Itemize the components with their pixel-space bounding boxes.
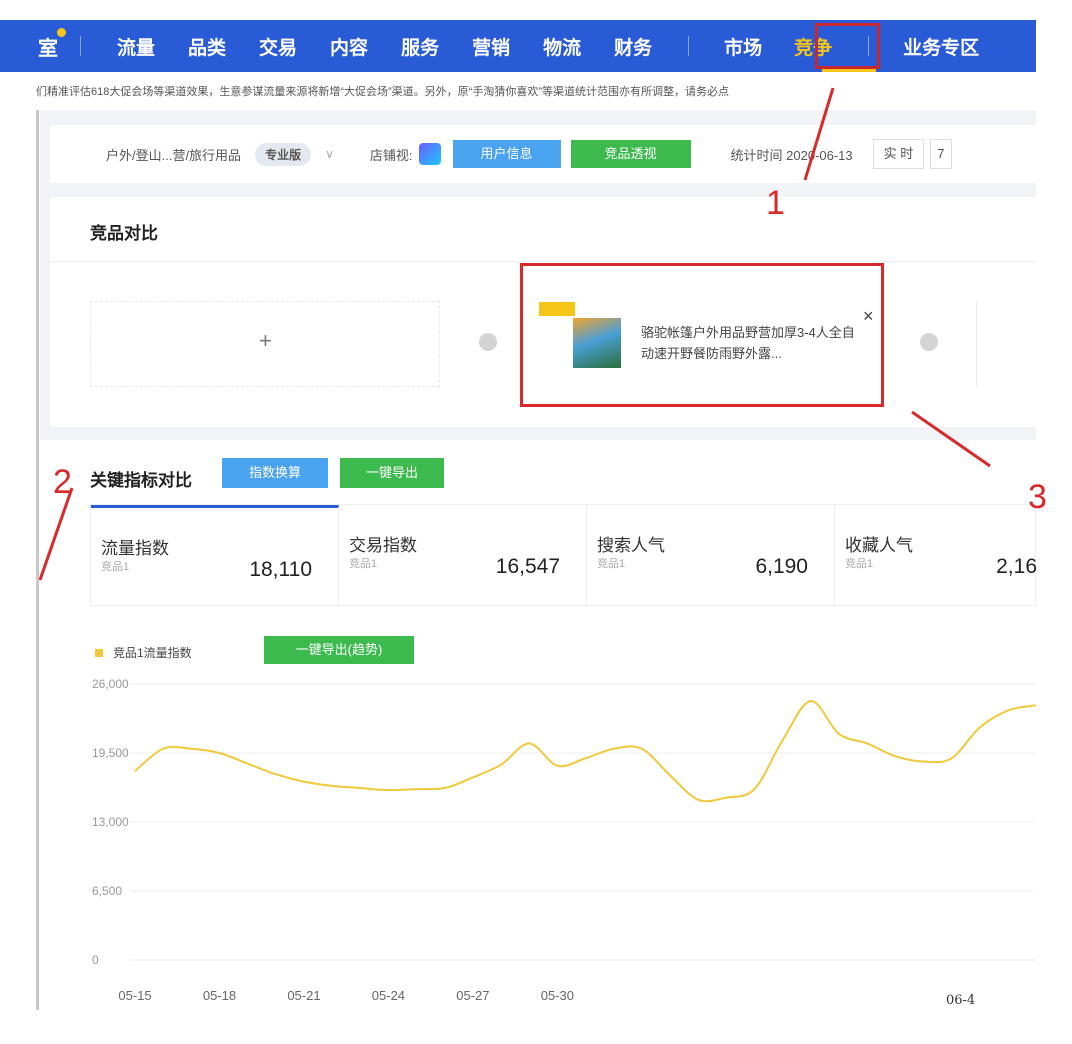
annotation-arrows [38,87,991,581]
annotation-arrow-1 [803,87,835,181]
annotation-arrow-2 [38,487,74,581]
annotation-arrow-3 [911,410,991,468]
x-tick-label-extra: 06-4 [946,993,976,1008]
